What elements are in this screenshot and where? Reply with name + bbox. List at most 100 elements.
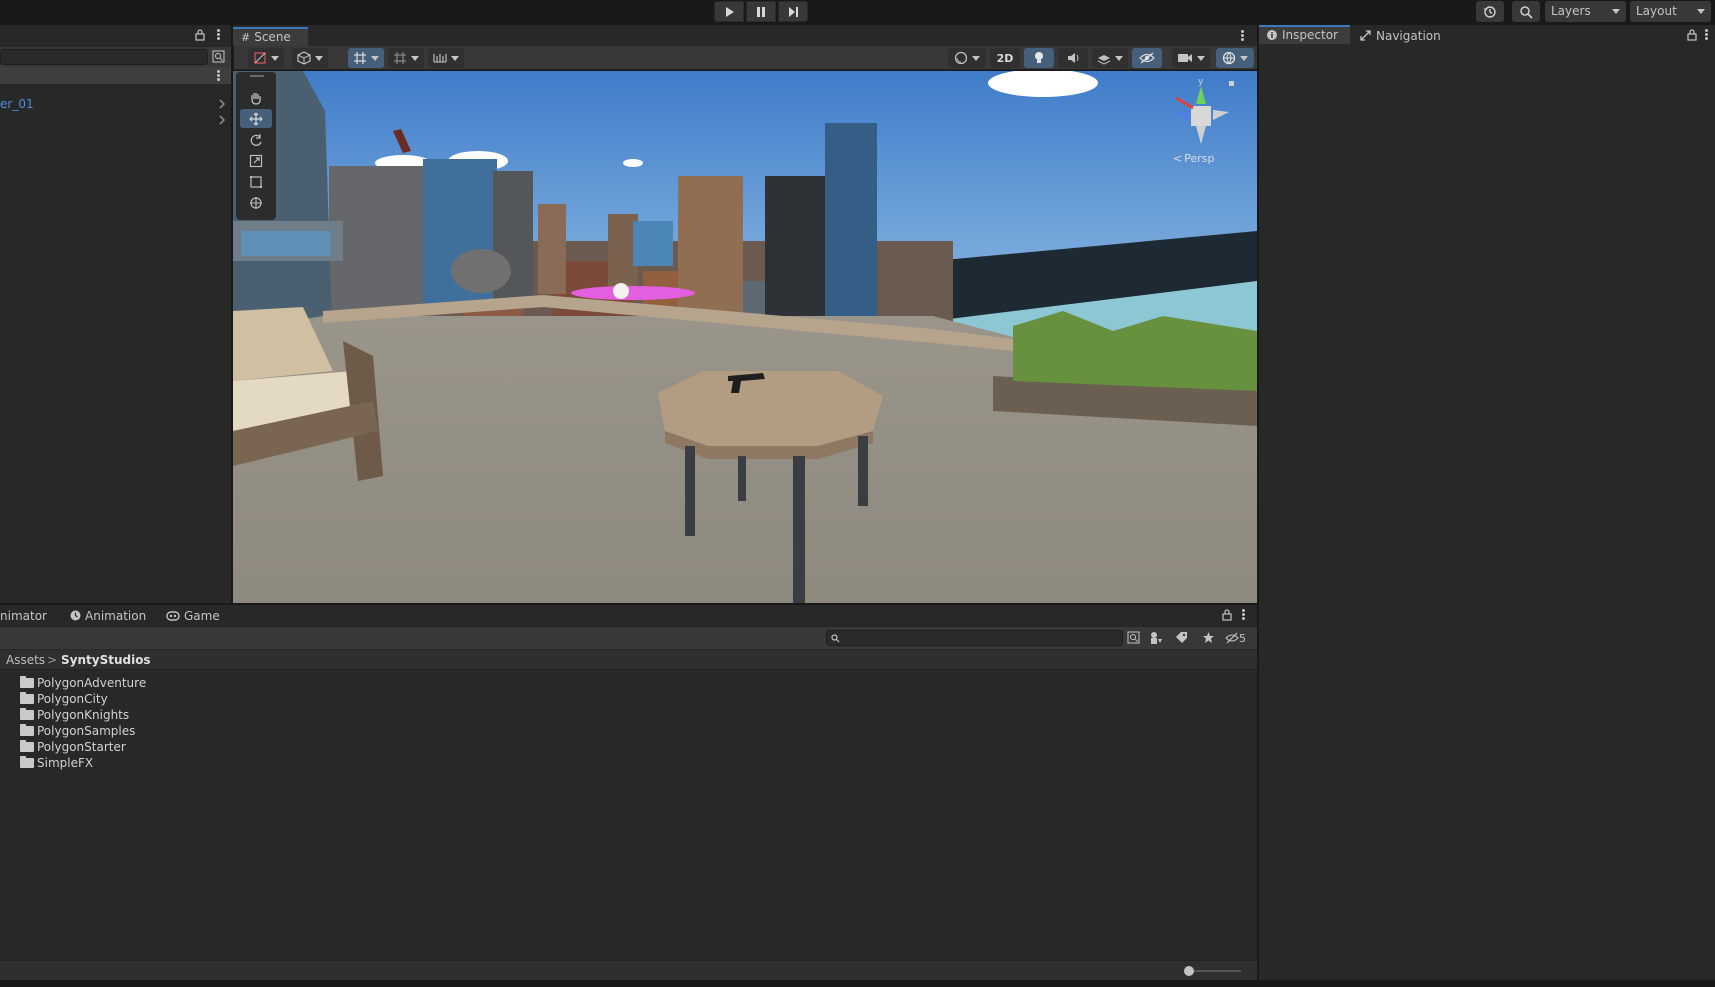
lighting-toggle[interactable]: [1024, 48, 1054, 68]
pause-icon: [757, 6, 765, 17]
persp-label[interactable]: < Persp: [1173, 152, 1214, 165]
chevron-right-icon[interactable]: [218, 99, 226, 109]
lock-icon[interactable]: [195, 29, 205, 41]
scene-viewport[interactable]: y < Persp: [233, 71, 1257, 603]
hand-tool-button[interactable]: [240, 88, 272, 107]
breadcrumb-current[interactable]: SyntyStudios: [61, 653, 151, 667]
hierarchy-item-label: er_01: [0, 97, 34, 111]
folder-icon: [20, 756, 34, 768]
layout-dropdown[interactable]: Layout: [1630, 1, 1711, 22]
more-options-icon[interactable]: [217, 29, 221, 41]
folder-label: PolygonCity: [37, 692, 108, 706]
folder-label: PolygonAdventure: [37, 676, 147, 690]
overlay-drag-handle[interactable]: [250, 75, 264, 77]
gamepad-icon: [166, 611, 180, 621]
list-item[interactable]: PolygonSamples: [20, 723, 135, 739]
breadcrumb-separator: >: [47, 653, 58, 667]
sphere-icon: [954, 51, 968, 65]
more-options-icon[interactable]: [1241, 30, 1245, 42]
play-icon: [726, 6, 734, 17]
hidden-packages-toggle[interactable]: 5: [1225, 630, 1246, 646]
gizmos-dropdown[interactable]: [1216, 48, 1254, 68]
step-icon: [789, 6, 798, 17]
lock-icon[interactable]: [1687, 29, 1697, 41]
navigation-icon: [1360, 30, 1371, 41]
hand-icon: [251, 92, 261, 105]
step-button[interactable]: [778, 1, 808, 22]
play-button[interactable]: [714, 1, 744, 22]
project-panel: nimator Animation Game 5 Assets > SyntyS…: [0, 605, 1257, 980]
audio-toggle[interactable]: [1058, 48, 1088, 68]
breadcrumb: Assets > SyntyStudios: [0, 650, 1257, 670]
folder-icon: [20, 692, 34, 704]
tab-game[interactable]: Game: [158, 607, 230, 626]
rotate-tool-button[interactable]: [240, 130, 272, 149]
more-options-icon[interactable]: [1242, 609, 1246, 621]
pause-button[interactable]: [746, 1, 776, 22]
search-button[interactable]: [1512, 1, 1540, 22]
chevron-down-icon: [315, 55, 323, 61]
filter-type-icon[interactable]: [1149, 631, 1163, 645]
list-item[interactable]: PolygonKnights: [20, 707, 129, 723]
toggle-2d-button[interactable]: 2D: [990, 48, 1020, 68]
rect-tool-button[interactable]: [240, 172, 272, 191]
grid-snapping-toggle[interactable]: [348, 48, 384, 68]
draw-mode-dropdown[interactable]: [248, 48, 284, 68]
tab-inspector[interactable]: Inspector: [1259, 25, 1350, 44]
hierarchy-item[interactable]: [0, 112, 231, 128]
shading-dropdown[interactable]: [292, 48, 328, 68]
tab-animation[interactable]: Animation: [62, 607, 156, 626]
tab-scene[interactable]: # Scene: [233, 27, 308, 46]
list-item[interactable]: PolygonAdventure: [20, 675, 146, 691]
search-by-type-icon[interactable]: [212, 50, 225, 63]
more-options-icon[interactable]: [1705, 29, 1709, 41]
increment-snap-dropdown[interactable]: [428, 48, 464, 68]
tab-scene-label: Scene: [254, 30, 291, 44]
chevron-down-icon: [972, 55, 980, 61]
scene-tabbar: # Scene: [233, 25, 1257, 46]
effects-dropdown[interactable]: [1092, 48, 1128, 68]
camera-dropdown[interactable]: [1172, 48, 1210, 68]
gizmo-axis-label: y: [1198, 77, 1204, 87]
scale-icon: [249, 154, 263, 167]
shading-mode-dropdown[interactable]: [948, 48, 986, 68]
grid-visibility-dropdown[interactable]: [388, 48, 424, 68]
icon-size-slider-handle[interactable]: [1184, 966, 1194, 976]
info-icon: [1267, 30, 1277, 40]
layers-dropdown[interactable]: Layers: [1545, 1, 1626, 22]
icon-size-slider-track[interactable]: [1189, 970, 1241, 972]
grid-snap-icon: [354, 52, 366, 64]
list-item[interactable]: PolygonStarter: [20, 739, 126, 755]
project-search-input[interactable]: [826, 630, 1123, 646]
scene-visibility-toggle[interactable]: [1132, 48, 1162, 68]
chevron-right-icon[interactable]: [218, 115, 226, 125]
tab-game-label: Game: [184, 609, 220, 623]
project-toolbar: 5: [0, 627, 1257, 649]
search-by-type-icon[interactable]: [1127, 631, 1140, 644]
folder-label: PolygonStarter: [37, 740, 126, 754]
hierarchy-search-input[interactable]: [0, 49, 208, 65]
chevron-down-icon: [1197, 55, 1205, 61]
layout-label: Layout: [1636, 4, 1677, 18]
list-item[interactable]: SimpleFX: [20, 755, 93, 771]
lock-icon[interactable]: [1222, 609, 1232, 621]
chevron-down-icon: [451, 55, 459, 61]
scale-tool-button[interactable]: [240, 151, 272, 170]
hidden-count: 5: [1239, 631, 1246, 645]
tab-navigation[interactable]: Navigation: [1352, 27, 1451, 46]
tab-animator[interactable]: nimator: [0, 607, 57, 626]
more-options-icon[interactable]: [217, 70, 221, 82]
main-toolbar: Layers Layout: [0, 0, 1715, 24]
folder-icon: [20, 676, 34, 688]
status-bar: [0, 980, 1715, 987]
star-icon[interactable]: [1202, 631, 1215, 644]
label-tag-icon[interactable]: [1175, 631, 1188, 644]
hierarchy-item[interactable]: er_01: [0, 96, 231, 112]
undo-history-button[interactable]: [1476, 1, 1504, 22]
breadcrumb-root[interactable]: Assets: [6, 653, 45, 667]
move-tool-button[interactable]: [240, 109, 272, 128]
scene-header-row[interactable]: [0, 67, 231, 84]
transform-tool-button[interactable]: [240, 193, 272, 212]
list-item[interactable]: PolygonCity: [20, 691, 108, 707]
globe-icon: [1222, 51, 1236, 65]
